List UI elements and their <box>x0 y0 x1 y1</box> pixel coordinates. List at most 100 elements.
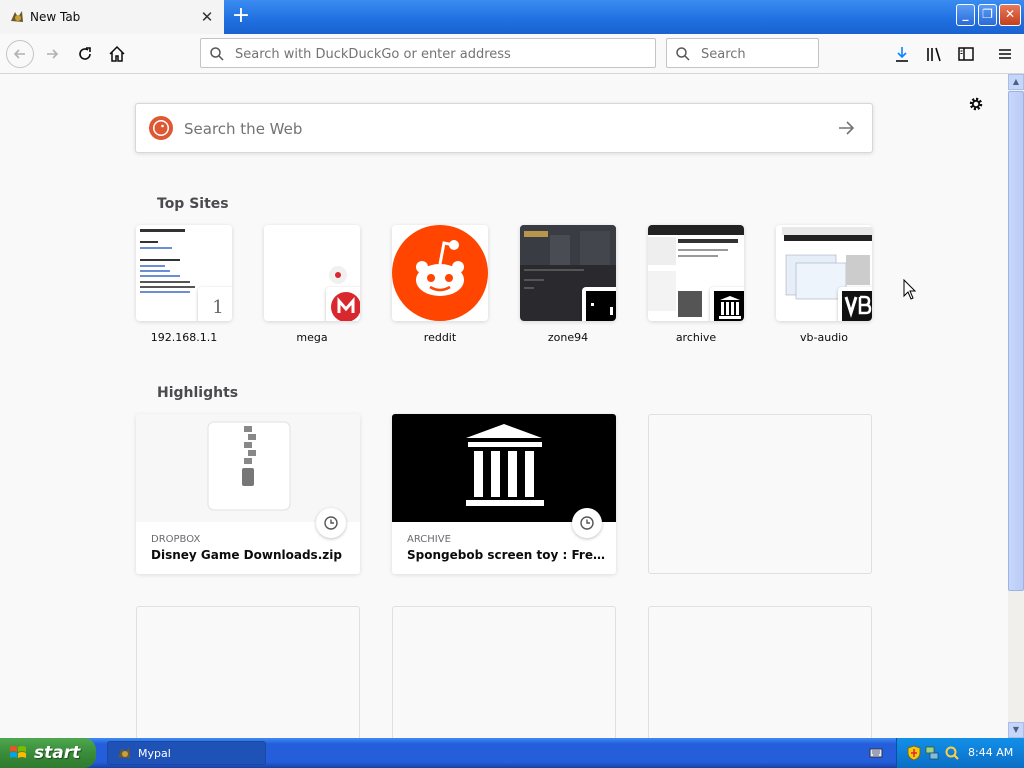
top-site-thumbnail <box>264 225 360 321</box>
scroll-thumb[interactable] <box>1008 91 1024 591</box>
top-site-192-168-1-1[interactable]: 1 192.168.1.1 <box>136 225 232 344</box>
taskbar-item-mypal[interactable]: Mypal <box>107 741 266 765</box>
security-shield-icon[interactable] <box>907 745 921 761</box>
windows-logo-icon <box>10 746 26 758</box>
navigation-toolbar <box>0 34 1024 74</box>
tab-title: New Tab <box>30 10 81 24</box>
start-button[interactable]: start <box>0 738 96 768</box>
reload-button[interactable] <box>71 40 99 68</box>
top-site-badge: 1 <box>198 287 232 321</box>
highlight-title: Spongebob screen toy : Free Do... <box>407 548 607 562</box>
search-input[interactable] <box>699 43 815 65</box>
badge-number: 1 <box>212 296 224 318</box>
system-tray: 8:44 AM <box>896 738 1024 768</box>
highlight-source: ARCHIVE <box>407 534 451 545</box>
top-site-archive[interactable]: archive <box>648 225 744 344</box>
top-site-thumbnail: 1 <box>136 225 232 321</box>
taskbar: start Mypal 8:44 AM <box>0 738 1024 768</box>
download-icon <box>896 47 908 62</box>
top-site-thumbnail <box>392 225 488 321</box>
home-button[interactable] <box>103 40 131 68</box>
keyboard-icon[interactable] <box>869 746 883 760</box>
highlight-card-archive[interactable]: ARCHIVE Spongebob screen toy : Free Do..… <box>392 414 616 574</box>
top-site-zone94[interactable]: zone94 <box>520 225 616 344</box>
top-site-label: reddit <box>423 331 457 344</box>
mypal-logo-icon <box>118 747 130 758</box>
highlight-placeholder <box>648 414 872 574</box>
top-site-badge <box>838 287 872 321</box>
scroll-up-button[interactable]: ▲ <box>1008 74 1024 90</box>
downloads-button[interactable] <box>888 40 916 68</box>
library-button[interactable] <box>920 40 948 68</box>
top-site-thumbnail <box>776 225 872 321</box>
top-sites-heading: Top Sites <box>157 196 229 212</box>
zone94-logo-icon <box>586 291 616 321</box>
highlight-card-dropbox[interactable]: DROPBOX Disney Game Downloads.zip <box>136 414 360 574</box>
top-site-badge <box>710 287 744 321</box>
sidebar-icon <box>958 47 974 61</box>
tab-new-tab[interactable]: New Tab ✕ <box>0 0 224 34</box>
mypal-logo-icon <box>11 11 23 22</box>
reddit-logo-icon <box>392 225 488 321</box>
web-search-input[interactable] <box>182 117 826 141</box>
highlight-placeholder <box>392 606 616 738</box>
back-arrow-icon <box>13 49 25 59</box>
top-site-reddit[interactable]: reddit <box>392 225 488 344</box>
search-icon <box>676 47 690 61</box>
back-button[interactable] <box>6 40 34 68</box>
archive-logo-icon <box>392 414 616 522</box>
restore-button[interactable]: ❐ <box>978 4 997 26</box>
mega-logo-icon <box>331 292 360 321</box>
taskbar-item-label: Mypal <box>138 746 171 760</box>
gear-icon[interactable] <box>966 94 986 114</box>
top-site-vb-audio[interactable]: vb-audio <box>776 225 872 344</box>
scroll-down-button[interactable]: ▼ <box>1008 722 1024 738</box>
top-site-mega[interactable]: mega <box>264 225 360 344</box>
highlight-source: DROPBOX <box>151 534 201 545</box>
search-icon <box>210 47 224 61</box>
close-window-button[interactable]: ✕ <box>999 4 1021 26</box>
duckduckgo-logo-icon <box>149 116 173 140</box>
network-icon[interactable] <box>925 745 939 761</box>
forward-arrow-icon <box>47 49 59 59</box>
reload-icon <box>79 47 91 60</box>
top-site-badge <box>326 287 360 321</box>
top-site-label: archive <box>675 331 717 344</box>
start-label: start <box>34 743 81 763</box>
sidebar-button[interactable] <box>952 40 980 68</box>
clock-icon <box>316 508 346 538</box>
close-tab-icon[interactable]: ✕ <box>198 8 216 26</box>
arrow-right-icon[interactable] <box>836 118 856 138</box>
highlight-placeholder <box>136 606 360 738</box>
system-clock: 8:44 AM <box>968 746 1014 759</box>
url-input[interactable] <box>233 43 647 65</box>
title-bar: New Tab ✕ + _ ❐ ✕ <box>0 0 1024 34</box>
minimize-button[interactable]: _ <box>956 4 975 26</box>
menu-button[interactable] <box>991 40 1019 68</box>
top-site-label: vb-audio <box>800 331 848 344</box>
search-tray-icon[interactable] <box>944 745 960 761</box>
highlights-heading: Highlights <box>157 385 239 401</box>
clock-icon <box>572 508 602 538</box>
forward-button[interactable] <box>38 40 66 68</box>
library-icon <box>927 47 941 62</box>
top-site-thumbnail <box>520 225 616 321</box>
hamburger-menu-icon <box>999 49 1011 59</box>
new-tab-button[interactable]: + <box>228 4 254 30</box>
zip-file-icon <box>136 414 360 522</box>
top-site-label: mega <box>296 331 328 344</box>
archive-logo-icon <box>714 291 744 321</box>
top-site-badge <box>582 287 616 321</box>
top-site-thumbnail <box>648 225 744 321</box>
mouse-cursor-icon <box>903 279 917 300</box>
highlight-title: Disney Game Downloads.zip <box>151 548 342 562</box>
top-site-label: zone94 <box>547 331 589 344</box>
home-icon <box>109 45 125 62</box>
highlight-placeholder <box>648 606 872 738</box>
vb-audio-logo-icon <box>842 291 872 321</box>
search-bar[interactable] <box>666 38 819 68</box>
top-site-label: 192.168.1.1 <box>150 331 218 344</box>
url-bar[interactable] <box>200 38 656 68</box>
web-search-box[interactable] <box>135 103 873 153</box>
vertical-scrollbar[interactable]: ▲ ▼ <box>1008 74 1024 738</box>
